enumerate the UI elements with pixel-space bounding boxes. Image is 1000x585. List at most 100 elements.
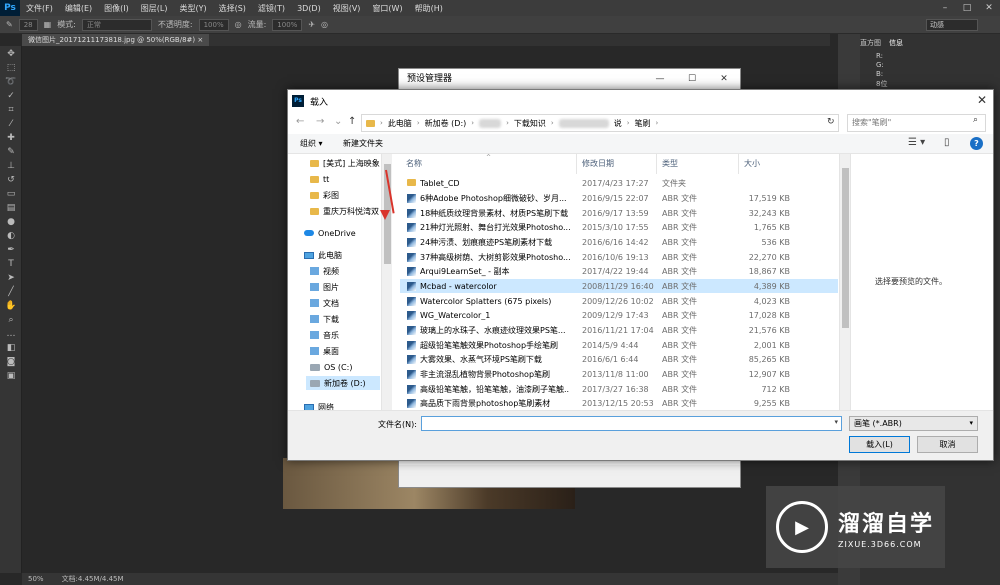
- healing-tool-icon[interactable]: ✚: [4, 132, 18, 144]
- file-row-selected[interactable]: Mcbad - watercolor 2008/11/29 16:40 ABR …: [400, 279, 838, 293]
- line-tool-icon[interactable]: ╱: [4, 286, 18, 298]
- eraser-tool-icon[interactable]: ▭: [4, 188, 18, 200]
- file-row[interactable]: 大雾效果、水蒸气环境PS笔刷下载 2016/6/1 6:44 ABR 文件 85…: [400, 352, 838, 366]
- nav-item-downloads[interactable]: 下载: [310, 312, 339, 326]
- nav-item-network[interactable]: 网络: [304, 400, 334, 410]
- type-tool-icon[interactable]: T: [4, 258, 18, 270]
- document-tab[interactable]: 微信图片_20171211173818.jpg @ 50%(RGB/8#) ×: [22, 34, 210, 46]
- back-icon[interactable]: ←: [296, 116, 304, 127]
- column-size[interactable]: 大小: [744, 158, 760, 169]
- brush-tool-icon[interactable]: ✎: [4, 146, 18, 158]
- up-icon[interactable]: ↑: [348, 116, 356, 127]
- file-row[interactable]: Tablet_CD 2017/4/23 17:27 文件夹: [400, 176, 838, 190]
- file-row[interactable]: 高级铅笔笔触，铅笔笔触，油漆刷子笔触... 2017/3/27 16:38 AB…: [400, 382, 838, 396]
- menu-view[interactable]: 视图(V): [327, 3, 367, 14]
- menu-edit[interactable]: 编辑(E): [59, 3, 98, 14]
- nav-item-folder[interactable]: tt: [310, 172, 329, 186]
- cancel-button[interactable]: 取消: [917, 436, 978, 453]
- nav-item-videos[interactable]: 视频: [310, 264, 339, 278]
- menu-filter[interactable]: 滤镜(T): [252, 3, 291, 14]
- nav-item-folder[interactable]: 彩图: [310, 188, 339, 202]
- nav-item-desktop[interactable]: 桌面: [310, 344, 339, 358]
- flow-input[interactable]: 100%: [272, 18, 303, 31]
- pressure-size-icon[interactable]: ◎: [321, 20, 328, 29]
- breadcrumb-this-pc[interactable]: 此电脑: [388, 118, 412, 129]
- breadcrumb-downloads[interactable]: 下载知识: [514, 118, 546, 129]
- file-row[interactable]: 18种纸质纹理背景素材、材质PS笔刷下载 2016/9/17 13:59 ABR…: [400, 206, 838, 220]
- menu-file[interactable]: 文件(F): [20, 3, 59, 14]
- file-row[interactable]: 6种Adobe Photoshop细微破砂、岁月... 2016/9/15 22…: [400, 191, 838, 205]
- nav-item-onedrive[interactable]: OneDrive: [304, 226, 356, 240]
- load-button[interactable]: 载入(L): [849, 436, 910, 453]
- filetype-select[interactable]: 画笔 (*.ABR) ▾: [849, 416, 978, 431]
- file-row[interactable]: 37种高级树荫、大树剪影效果Photosho... 2016/10/6 19:1…: [400, 250, 838, 264]
- file-row[interactable]: 玻璃上的水珠子、水痕迹纹理效果PS笔... 2016/11/21 17:04 A…: [400, 323, 838, 337]
- menu-select[interactable]: 选择(S): [213, 3, 252, 14]
- tab-info[interactable]: 信息: [889, 38, 903, 48]
- column-date[interactable]: 修改日期: [582, 158, 614, 169]
- eyedropper-tool-icon[interactable]: ⁄: [4, 118, 18, 130]
- screen-mode-icon[interactable]: ▣: [4, 370, 18, 382]
- opacity-input[interactable]: 100%: [198, 18, 229, 31]
- breadcrumb-shuo[interactable]: 说: [614, 118, 622, 129]
- nav-item-this-pc[interactable]: 此电脑: [304, 248, 342, 262]
- lasso-tool-icon[interactable]: ➰: [4, 76, 18, 88]
- hand-tool-icon[interactable]: ✋: [4, 300, 18, 312]
- maximize-icon[interactable]: □: [956, 0, 978, 16]
- history-brush-icon[interactable]: ↺: [4, 174, 18, 186]
- view-options-icon[interactable]: ☰ ▾: [908, 137, 925, 148]
- zoom-tool-icon[interactable]: ⌕: [4, 314, 18, 326]
- help-icon[interactable]: ?: [970, 137, 983, 150]
- dialog-close-icon[interactable]: ✕: [977, 93, 987, 107]
- menu-type[interactable]: 类型(Y): [173, 3, 212, 14]
- marquee-tool-icon[interactable]: ⬚: [4, 62, 18, 74]
- brush-tool-icon[interactable]: ✎: [6, 20, 13, 29]
- file-list-scrollbar[interactable]: [839, 154, 850, 410]
- preset-minimize-icon[interactable]: —: [644, 69, 676, 89]
- menu-help[interactable]: 帮助(H): [409, 3, 449, 14]
- pressure-opacity-icon[interactable]: ◎: [235, 20, 242, 29]
- zoom-level[interactable]: 50%: [28, 573, 44, 585]
- address-bar[interactable]: › 此电脑 › 新加卷 (D:) › › 下载知识 › 说 › 笔刷 ›: [361, 114, 839, 132]
- nav-item-drive-d[interactable]: 新加卷 (D:): [306, 376, 380, 390]
- file-row[interactable]: Arqui9LearnSet_ - 副本 2017/4/22 19:44 ABR…: [400, 264, 838, 278]
- quick-mask-icon[interactable]: ◙: [4, 356, 18, 368]
- breadcrumb-drive-d[interactable]: 新加卷 (D:): [425, 118, 467, 129]
- menu-layer[interactable]: 图层(L): [135, 3, 174, 14]
- search-icon[interactable]: ⌕: [973, 115, 989, 125]
- file-row[interactable]: 24种污渍、划痕痕迹PS笔刷素材下载 2016/6/16 14:42 ABR 文…: [400, 235, 838, 249]
- new-folder-button[interactable]: 新建文件夹: [343, 138, 383, 149]
- nav-item-folder[interactable]: 重庆万科悦湾双: [310, 204, 379, 218]
- tab-histogram[interactable]: 直方图: [860, 38, 881, 48]
- workspace-select[interactable]: 动感: [926, 19, 978, 31]
- airbrush-icon[interactable]: ✈: [308, 20, 315, 29]
- close-icon[interactable]: ✕: [978, 0, 1000, 16]
- crop-tool-icon[interactable]: ⌗: [4, 104, 18, 116]
- file-row[interactable]: Watercolor Splatters (675 pixels) 2009/1…: [400, 294, 838, 308]
- menu-3d[interactable]: 3D(D): [291, 4, 327, 13]
- recent-dropdown-icon[interactable]: ⌄: [334, 116, 342, 127]
- nav-item-documents[interactable]: 文档: [310, 296, 339, 310]
- forward-icon[interactable]: →: [316, 116, 324, 127]
- file-row[interactable]: 非主流混乱植物背景Photoshop笔刷 2013/11/8 11:00 ABR…: [400, 367, 838, 381]
- preset-maximize-icon[interactable]: ☐: [676, 69, 708, 89]
- column-name[interactable]: 名称: [406, 158, 422, 169]
- more-tools-icon[interactable]: …: [4, 328, 18, 340]
- breadcrumb-brushes[interactable]: 笔刷: [635, 118, 651, 129]
- nav-item-pictures[interactable]: 图片: [310, 280, 339, 294]
- brush-size[interactable]: 28: [18, 18, 38, 31]
- file-scroll-thumb[interactable]: [842, 168, 849, 328]
- nav-item-drive-c[interactable]: OS (C:): [310, 360, 352, 374]
- gradient-tool-icon[interactable]: ▤: [4, 202, 18, 214]
- search-input[interactable]: 搜索"笔刷": [847, 114, 986, 132]
- dodge-tool-icon[interactable]: ◐: [4, 230, 18, 242]
- filename-input[interactable]: ▾: [421, 416, 842, 431]
- pen-tool-icon[interactable]: ✒: [4, 244, 18, 256]
- file-row[interactable]: 21种灯光照射、舞台打光效果Photosho... 2015/3/10 17:5…: [400, 220, 838, 234]
- organize-button[interactable]: 组织 ▾: [300, 138, 323, 149]
- menu-image[interactable]: 图像(I): [98, 3, 135, 14]
- nav-item-music[interactable]: 音乐: [310, 328, 339, 342]
- stamp-tool-icon[interactable]: ⊥: [4, 160, 18, 172]
- file-row[interactable]: WG_Watercolor_1 2009/12/9 17:43 ABR 文件 1…: [400, 308, 838, 322]
- minimize-icon[interactable]: –: [934, 0, 956, 16]
